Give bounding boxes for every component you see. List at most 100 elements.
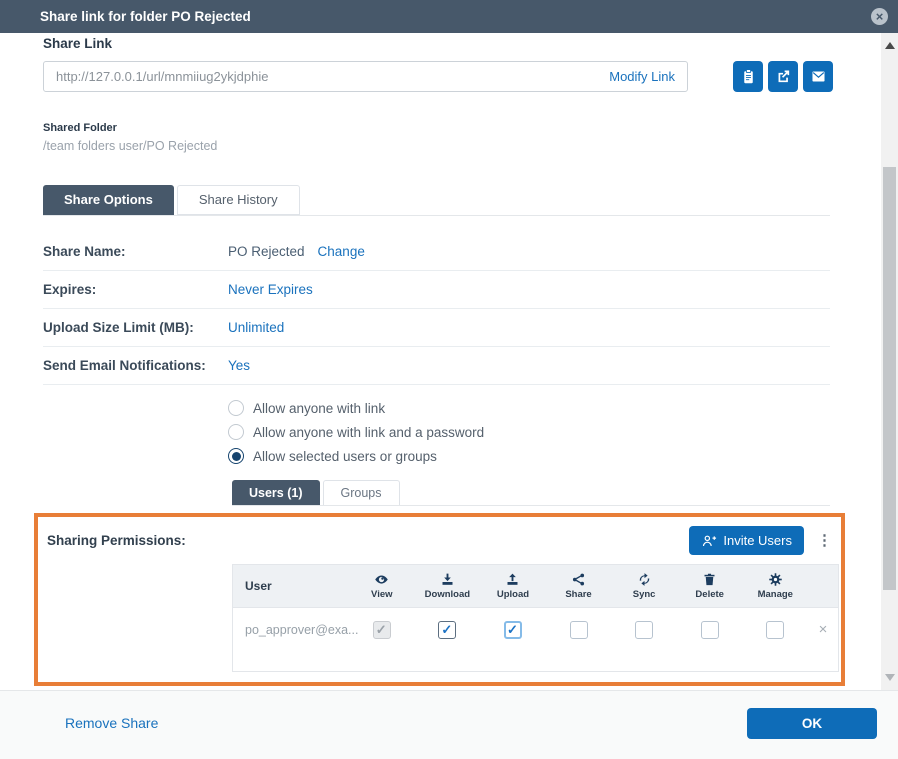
open-link-button[interactable] — [768, 61, 798, 92]
expires-link[interactable]: Never Expires — [228, 282, 313, 297]
invite-users-button[interactable]: Invite Users — [689, 526, 804, 555]
access-options: Allow anyone with link Allow anyone with… — [228, 396, 484, 468]
user-group-tabs: Users (1) Groups — [232, 480, 400, 506]
kebab-menu-icon[interactable]: ⋮ — [817, 533, 832, 548]
share-link-row: http://127.0.0.1/url/mnmiiug2ykjdphie Mo… — [43, 61, 833, 92]
scrollbar[interactable] — [881, 33, 898, 690]
permissions-table-header: User View Download — [233, 565, 838, 608]
sharing-permissions-heading: Sharing Permissions: — [47, 533, 186, 548]
sync-column-label: Sync — [633, 589, 656, 600]
view-column-label: View — [371, 589, 392, 600]
scrollbar-thumb[interactable] — [883, 167, 896, 590]
shared-folder-path: /team folders user/PO Rejected — [43, 139, 217, 153]
scroll-down-arrow[interactable] — [885, 674, 895, 681]
share-dialog: Share link for folder PO Rejected × Shar… — [0, 0, 898, 759]
upload-limit-label: Upload Size Limit (MB): — [43, 320, 228, 335]
person-plus-icon — [701, 533, 717, 549]
download-checkbox[interactable] — [438, 621, 456, 639]
share-tabs: Share Options Share History — [43, 185, 300, 215]
share-name-label: Share Name: — [43, 244, 228, 259]
share-name-value: PO Rejected — [228, 244, 305, 259]
copy-link-button[interactable] — [733, 61, 763, 92]
sharing-permissions-section: Sharing Permissions: Invite Users ⋮ — [34, 513, 845, 686]
radio-allow-password-label: Allow anyone with link and a password — [253, 425, 484, 440]
email-notifications-label: Send Email Notifications: — [43, 358, 228, 373]
tab-share-history[interactable]: Share History — [177, 185, 300, 215]
share-url-text: http://127.0.0.1/url/mnmiiug2ykjdphie — [56, 69, 268, 84]
modify-link[interactable]: Modify Link — [609, 69, 675, 84]
change-name-link[interactable]: Change — [318, 244, 365, 259]
user-column-header: User — [233, 565, 349, 607]
radio-allow-password[interactable] — [228, 424, 244, 440]
sync-column-header: Sync — [611, 565, 677, 607]
share-settings: Share Name: PO Rejected Change Expires: … — [43, 233, 830, 385]
user-tabs-divider — [232, 505, 830, 506]
expires-label: Expires: — [43, 282, 228, 297]
ok-button[interactable]: OK — [747, 708, 877, 739]
remove-user-icon[interactable]: × — [808, 621, 838, 638]
shared-folder-info: Shared Folder /team folders user/PO Reje… — [43, 122, 217, 153]
share-checkbox[interactable] — [570, 621, 588, 639]
header-spacer — [808, 565, 838, 607]
permission-row: po_approver@exa... × — [233, 608, 838, 651]
external-link-icon — [775, 68, 792, 85]
dialog-body: Share Link http://127.0.0.1/url/mnmiiug2… — [0, 33, 881, 690]
close-icon[interactable]: × — [871, 8, 888, 25]
upload-limit-row: Upload Size Limit (MB): Unlimited — [43, 309, 830, 347]
share-column-header: Share — [546, 565, 612, 607]
upload-checkbox[interactable] — [504, 621, 522, 639]
tabs-divider — [43, 215, 830, 216]
clipboard-icon — [740, 68, 757, 85]
delete-column-header: Delete — [677, 565, 743, 607]
shared-folder-label: Shared Folder — [43, 122, 217, 134]
view-checkbox — [373, 621, 391, 639]
gear-icon — [768, 572, 783, 587]
dialog-footer: Remove Share OK — [0, 690, 898, 759]
download-column-label: Download — [425, 589, 470, 600]
radio-selected-users-label: Allow selected users or groups — [253, 449, 437, 464]
upload-column-label: Upload — [497, 589, 529, 600]
radio-allow-anyone-label: Allow anyone with link — [253, 401, 385, 416]
delete-column-label: Delete — [695, 589, 724, 600]
remove-share-link[interactable]: Remove Share — [65, 715, 158, 731]
dialog-title: Share link for folder PO Rejected — [0, 9, 251, 24]
email-notifications-row: Send Email Notifications: Yes — [43, 347, 830, 385]
radio-selected-users[interactable] — [228, 448, 244, 464]
invite-users-label: Invite Users — [723, 533, 792, 548]
eye-icon — [374, 572, 389, 587]
upload-limit-link[interactable]: Unlimited — [228, 320, 284, 335]
radio-allow-anyone[interactable] — [228, 400, 244, 416]
expires-row: Expires: Never Expires — [43, 271, 830, 309]
download-column-header: Download — [415, 565, 481, 607]
link-action-buttons — [733, 61, 833, 92]
radio-row-selected-users: Allow selected users or groups — [228, 444, 484, 468]
trash-icon — [702, 572, 717, 587]
manage-checkbox[interactable] — [766, 621, 784, 639]
manage-column-header: Manage — [742, 565, 808, 607]
tab-share-options[interactable]: Share Options — [43, 185, 174, 215]
radio-row-anyone: Allow anyone with link — [228, 396, 484, 420]
share-icon — [571, 572, 586, 587]
view-column-header: View — [349, 565, 415, 607]
share-column-label: Share — [565, 589, 591, 600]
share-url-field[interactable]: http://127.0.0.1/url/mnmiiug2ykjdphie Mo… — [43, 61, 688, 92]
upload-column-header: Upload — [480, 565, 546, 607]
share-name-row: Share Name: PO Rejected Change — [43, 233, 830, 271]
email-notifications-link[interactable]: Yes — [228, 358, 250, 373]
permissions-header-row: Sharing Permissions: Invite Users ⋮ — [47, 526, 832, 555]
dialog-titlebar: Share link for folder PO Rejected × — [0, 0, 898, 33]
radio-row-password: Allow anyone with link and a password — [228, 420, 484, 444]
tab-users[interactable]: Users (1) — [232, 480, 320, 506]
tab-groups[interactable]: Groups — [323, 480, 400, 506]
sync-icon — [637, 572, 652, 587]
sync-checkbox[interactable] — [635, 621, 653, 639]
permissions-actions: Invite Users ⋮ — [689, 526, 832, 555]
email-link-button[interactable] — [803, 61, 833, 92]
manage-column-label: Manage — [758, 589, 793, 600]
user-email: po_approver@exa... — [233, 623, 349, 637]
download-icon — [440, 572, 455, 587]
delete-checkbox[interactable] — [701, 621, 719, 639]
share-link-heading: Share Link — [43, 36, 112, 51]
permissions-table: User View Download — [232, 564, 839, 672]
scroll-up-arrow[interactable] — [885, 42, 895, 49]
